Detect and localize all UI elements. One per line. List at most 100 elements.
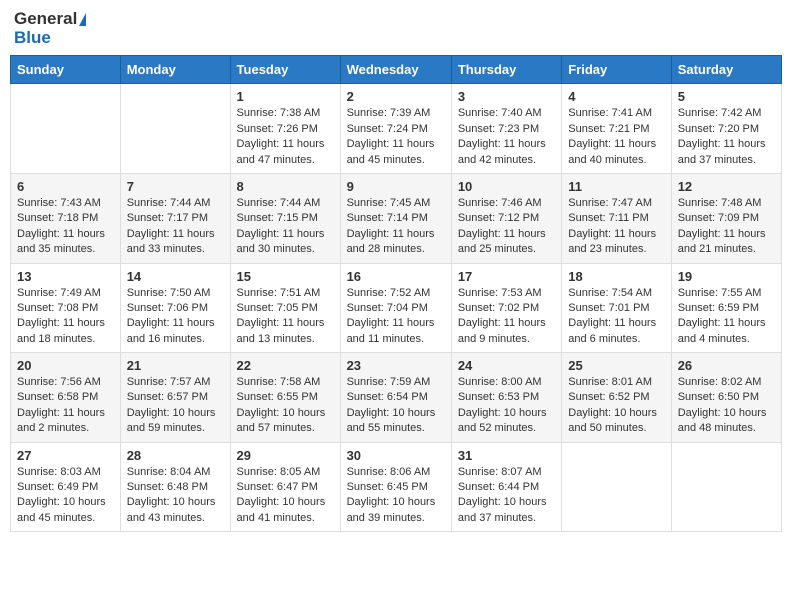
day-info: Sunrise: 7:52 AM Sunset: 7:04 PM Dayligh… [347, 286, 445, 348]
day-number: 20 [17, 358, 114, 373]
day-info: Sunrise: 7:50 AM Sunset: 7:06 PM Dayligh… [127, 286, 224, 348]
day-info: Sunrise: 7:39 AM Sunset: 7:24 PM Dayligh… [347, 106, 445, 168]
day-number: 17 [458, 269, 555, 284]
calendar-cell: 16Sunrise: 7:52 AM Sunset: 7:04 PM Dayli… [340, 263, 451, 353]
calendar-cell: 2 Sunrise: 7:39 AM Sunset: 7:24 PM Daylig… [340, 84, 451, 174]
day-number: 2 [347, 89, 445, 104]
calendar-cell: 29 Sunrise: 8:05 AM Sunset: 6:47 PM Dayli… [230, 442, 340, 532]
day-info: Sunrise: 8:05 AM Sunset: 6:47 PM Dayligh… [237, 465, 334, 527]
calendar-cell: 10 Sunrise: 7:46 AM Sunset: 7:12 PM Dayli… [451, 173, 561, 263]
day-number: 15 [237, 269, 334, 284]
day-info: Sunrise: 7:44 AM Sunset: 7:17 PM Dayligh… [127, 196, 224, 258]
day-info: Sunrise: 8:04 AM Sunset: 6:48 PM Dayligh… [127, 465, 224, 527]
calendar-week-row: 1 Sunrise: 7:38 AM Sunset: 7:26 PM Daylig… [11, 84, 782, 174]
calendar-cell [562, 442, 671, 532]
day-number: 28 [127, 448, 224, 463]
day-number: 19 [678, 269, 775, 284]
calendar-cell: 22Sunrise: 7:58 AM Sunset: 6:55 PM Dayli… [230, 353, 340, 443]
calendar-cell: 25Sunrise: 8:01 AM Sunset: 6:52 PM Dayli… [562, 353, 671, 443]
day-info: Sunrise: 8:06 AM Sunset: 6:45 PM Dayligh… [347, 465, 445, 527]
day-info: Sunrise: 7:57 AM Sunset: 6:57 PM Dayligh… [127, 375, 224, 437]
day-info: Sunrise: 8:02 AM Sunset: 6:50 PM Dayligh… [678, 375, 775, 437]
day-number: 23 [347, 358, 445, 373]
weekday-header-saturday: Saturday [671, 56, 781, 84]
day-info: Sunrise: 7:56 AM Sunset: 6:58 PM Dayligh… [17, 375, 114, 437]
day-info: Sunrise: 7:44 AM Sunset: 7:15 PM Dayligh… [237, 196, 334, 258]
day-number: 4 [568, 89, 664, 104]
calendar-header-row: SundayMondayTuesdayWednesdayThursdayFrid… [11, 56, 782, 84]
day-number: 26 [678, 358, 775, 373]
day-number: 31 [458, 448, 555, 463]
day-info: Sunrise: 8:03 AM Sunset: 6:49 PM Dayligh… [17, 465, 114, 527]
weekday-header-tuesday: Tuesday [230, 56, 340, 84]
day-number: 3 [458, 89, 555, 104]
page-header: General Blue [10, 10, 782, 47]
day-number: 13 [17, 269, 114, 284]
day-info: Sunrise: 8:00 AM Sunset: 6:53 PM Dayligh… [458, 375, 555, 437]
calendar-cell: 12 Sunrise: 7:48 AM Sunset: 7:09 PM Dayli… [671, 173, 781, 263]
day-number: 22 [237, 358, 334, 373]
calendar-week-row: 27 Sunrise: 8:03 AM Sunset: 6:49 PM Dayli… [11, 442, 782, 532]
day-info: Sunrise: 7:47 AM Sunset: 7:11 PM Dayligh… [568, 196, 664, 258]
calendar-cell: 18 Sunrise: 7:54 AM Sunset: 7:01 PM Dayli… [562, 263, 671, 353]
day-number: 12 [678, 179, 775, 194]
day-info: Sunrise: 7:41 AM Sunset: 7:21 PM Dayligh… [568, 106, 664, 168]
day-number: 30 [347, 448, 445, 463]
day-number: 11 [568, 179, 664, 194]
calendar-cell: 9Sunrise: 7:45 AM Sunset: 7:14 PM Daylig… [340, 173, 451, 263]
calendar-cell: 17 Sunrise: 7:53 AM Sunset: 7:02 PM Dayli… [451, 263, 561, 353]
day-info: Sunrise: 7:49 AM Sunset: 7:08 PM Dayligh… [17, 286, 114, 348]
calendar-cell: 7Sunrise: 7:44 AM Sunset: 7:17 PM Daylig… [120, 173, 230, 263]
calendar-cell [671, 442, 781, 532]
calendar-cell: 26 Sunrise: 8:02 AM Sunset: 6:50 PM Dayli… [671, 353, 781, 443]
calendar-cell: 1 Sunrise: 7:38 AM Sunset: 7:26 PM Daylig… [230, 84, 340, 174]
day-info: Sunrise: 7:42 AM Sunset: 7:20 PM Dayligh… [678, 106, 775, 168]
day-info: Sunrise: 7:40 AM Sunset: 7:23 PM Dayligh… [458, 106, 555, 168]
day-info: Sunrise: 7:51 AM Sunset: 7:05 PM Dayligh… [237, 286, 334, 348]
day-number: 9 [347, 179, 445, 194]
calendar-cell: 31 Sunrise: 8:07 AM Sunset: 6:44 PM Dayli… [451, 442, 561, 532]
day-info: Sunrise: 7:46 AM Sunset: 7:12 PM Dayligh… [458, 196, 555, 258]
calendar-cell: 19Sunrise: 7:55 AM Sunset: 6:59 PM Dayli… [671, 263, 781, 353]
calendar-cell: 27 Sunrise: 8:03 AM Sunset: 6:49 PM Dayli… [11, 442, 121, 532]
calendar-cell: 21Sunrise: 7:57 AM Sunset: 6:57 PM Dayli… [120, 353, 230, 443]
day-info: Sunrise: 7:48 AM Sunset: 7:09 PM Dayligh… [678, 196, 775, 258]
day-info: Sunrise: 7:53 AM Sunset: 7:02 PM Dayligh… [458, 286, 555, 348]
weekday-header-monday: Monday [120, 56, 230, 84]
calendar-cell: 3 Sunrise: 7:40 AM Sunset: 7:23 PM Daylig… [451, 84, 561, 174]
calendar-cell: 13 Sunrise: 7:49 AM Sunset: 7:08 PM Dayli… [11, 263, 121, 353]
day-number: 10 [458, 179, 555, 194]
calendar-cell: 15 Sunrise: 7:51 AM Sunset: 7:05 PM Dayli… [230, 263, 340, 353]
logo: General Blue [14, 10, 86, 47]
calendar-cell: 24Sunrise: 8:00 AM Sunset: 6:53 PM Dayli… [451, 353, 561, 443]
calendar-cell: 4 Sunrise: 7:41 AM Sunset: 7:21 PM Daylig… [562, 84, 671, 174]
day-number: 29 [237, 448, 334, 463]
day-number: 27 [17, 448, 114, 463]
calendar-cell: 5Sunrise: 7:42 AM Sunset: 7:20 PM Daylig… [671, 84, 781, 174]
day-info: Sunrise: 8:01 AM Sunset: 6:52 PM Dayligh… [568, 375, 664, 437]
weekday-header-friday: Friday [562, 56, 671, 84]
day-number: 18 [568, 269, 664, 284]
calendar-cell: 8 Sunrise: 7:44 AM Sunset: 7:15 PM Daylig… [230, 173, 340, 263]
calendar-cell: 11 Sunrise: 7:47 AM Sunset: 7:11 PM Dayli… [562, 173, 671, 263]
weekday-header-wednesday: Wednesday [340, 56, 451, 84]
calendar-cell: 23 Sunrise: 7:59 AM Sunset: 6:54 PM Dayli… [340, 353, 451, 443]
calendar-week-row: 20 Sunrise: 7:56 AM Sunset: 6:58 PM Dayli… [11, 353, 782, 443]
day-info: Sunrise: 8:07 AM Sunset: 6:44 PM Dayligh… [458, 465, 555, 527]
day-info: Sunrise: 7:43 AM Sunset: 7:18 PM Dayligh… [17, 196, 114, 258]
calendar-cell: 14 Sunrise: 7:50 AM Sunset: 7:06 PM Dayli… [120, 263, 230, 353]
day-number: 8 [237, 179, 334, 194]
logo-general: General [14, 10, 86, 29]
day-info: Sunrise: 7:54 AM Sunset: 7:01 PM Dayligh… [568, 286, 664, 348]
day-number: 1 [237, 89, 334, 104]
weekday-header-thursday: Thursday [451, 56, 561, 84]
day-number: 14 [127, 269, 224, 284]
day-info: Sunrise: 7:38 AM Sunset: 7:26 PM Dayligh… [237, 106, 334, 168]
day-number: 6 [17, 179, 114, 194]
calendar-cell [11, 84, 121, 174]
calendar-cell: 28 Sunrise: 8:04 AM Sunset: 6:48 PM Dayli… [120, 442, 230, 532]
calendar-cell: 30 Sunrise: 8:06 AM Sunset: 6:45 PM Dayli… [340, 442, 451, 532]
day-info: Sunrise: 7:59 AM Sunset: 6:54 PM Dayligh… [347, 375, 445, 437]
calendar-cell [120, 84, 230, 174]
calendar-week-row: 13 Sunrise: 7:49 AM Sunset: 7:08 PM Dayli… [11, 263, 782, 353]
